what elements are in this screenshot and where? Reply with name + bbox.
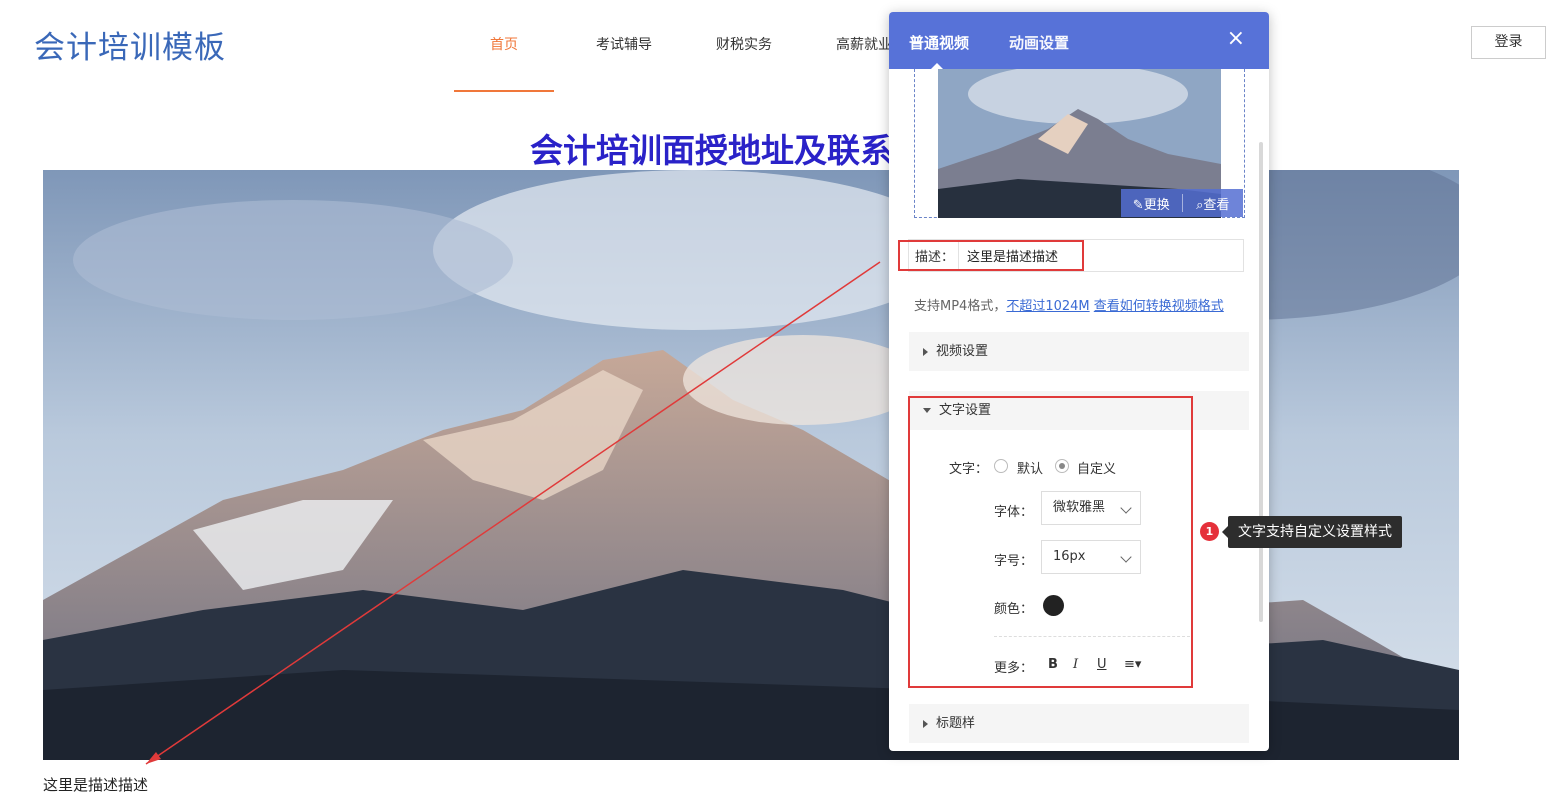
replace-button[interactable]: ✎更换 xyxy=(1121,194,1182,213)
tab-animation-settings[interactable]: 动画设置 xyxy=(1009,32,1069,53)
size-select[interactable]: 16px xyxy=(1041,540,1141,574)
size-value: 16px xyxy=(1053,549,1086,564)
pencil-icon: ✎ xyxy=(1132,197,1144,213)
site-logo[interactable]: 会计培训模板 xyxy=(34,22,226,67)
chevron-down-icon xyxy=(1120,551,1132,563)
underline-button[interactable]: U xyxy=(1097,657,1107,672)
login-button[interactable]: 登录 xyxy=(1471,26,1546,59)
close-icon[interactable]: × xyxy=(1227,28,1245,50)
italic-button[interactable]: I xyxy=(1073,657,1078,672)
chevron-down-icon xyxy=(1120,502,1132,514)
tab-normal-video[interactable]: 普通视频 xyxy=(909,32,969,53)
convert-format-link[interactable]: 查看如何转换视频格式 xyxy=(1094,299,1224,314)
font-label: 字体： xyxy=(994,505,1034,520)
replace-label: 更换 xyxy=(1143,197,1170,213)
radio-custom-label[interactable]: 自定义 xyxy=(1077,458,1116,477)
settings-panel: 普通视频 动画设置 × ✎更换 ⌕查看 描述： 支持MP4格式，不超过1024M… xyxy=(889,12,1269,751)
caret-right-icon xyxy=(923,719,928,728)
nav-item-tax[interactable]: 财税实务 xyxy=(716,34,772,54)
color-label: 颜色： xyxy=(994,602,1034,617)
feature-tooltip: 文字支持自定义设置样式 xyxy=(1222,516,1402,548)
section-label: 标题样 xyxy=(936,716,976,731)
description-highlight-box xyxy=(898,240,1084,271)
bold-button[interactable]: B xyxy=(1048,657,1058,672)
section-title-style[interactable]: 标题样 xyxy=(909,704,1249,743)
caret-right-icon xyxy=(923,347,928,356)
radio-custom[interactable] xyxy=(1055,459,1069,473)
view-label: 查看 xyxy=(1203,197,1230,213)
nav-item-exam[interactable]: 考试辅导 xyxy=(596,34,652,54)
panel-header: 普通视频 动画设置 × xyxy=(889,12,1269,69)
font-value: 微软雅黑 xyxy=(1053,500,1106,515)
panel-scrollbar[interactable] xyxy=(1259,142,1263,622)
size-limit-link[interactable]: 不超过1024M xyxy=(1006,299,1089,314)
video-caption: 这里是描述描述 xyxy=(43,776,149,794)
support-info: 支持MP4格式，不超过1024M 查看如何转换视频格式 xyxy=(914,295,1224,314)
step-badge: 1 xyxy=(1200,522,1219,541)
divider xyxy=(994,636,1190,637)
font-select[interactable]: 微软雅黑 xyxy=(1041,491,1141,525)
section-label: 视频设置 xyxy=(936,344,989,359)
radio-default-label[interactable]: 默认 xyxy=(1017,458,1043,477)
color-swatch[interactable] xyxy=(1043,595,1064,616)
view-button[interactable]: ⌕查看 xyxy=(1183,194,1244,213)
nav-item-jobs[interactable]: 高薪就业 xyxy=(836,34,892,54)
page-title: 会计培训面授地址及联系 xyxy=(530,131,893,170)
text-mode-label: 文字： xyxy=(949,462,989,477)
nav-active-underline xyxy=(454,90,554,92)
nav-item-home[interactable]: 首页 xyxy=(490,34,518,54)
more-label: 更多： xyxy=(994,661,1034,676)
size-label: 字号： xyxy=(994,554,1034,569)
section-video-settings[interactable]: 视频设置 xyxy=(909,332,1249,371)
thumbnail-actions: ✎更换 ⌕查看 xyxy=(1121,189,1243,217)
radio-default[interactable] xyxy=(994,459,1008,473)
align-dropdown[interactable]: ≡▾ xyxy=(1124,657,1141,672)
support-text: 支持MP4格式， xyxy=(914,299,1007,314)
